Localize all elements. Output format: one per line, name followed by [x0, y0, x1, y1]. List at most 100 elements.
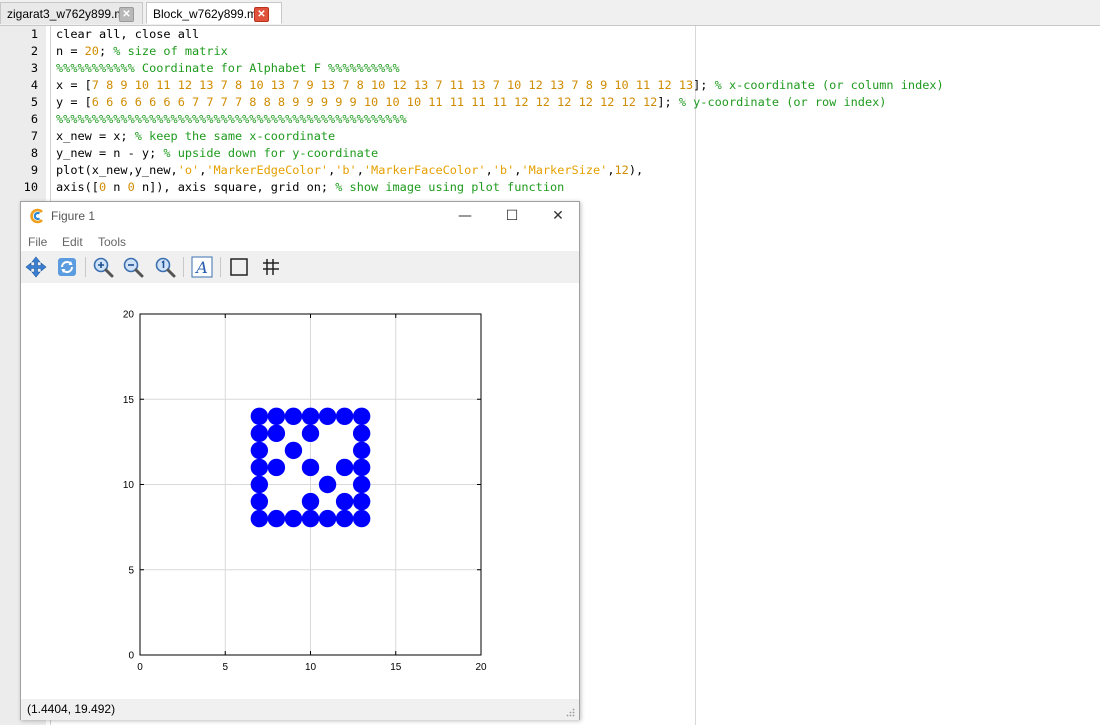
data-point — [250, 424, 269, 443]
menu-file[interactable]: File — [28, 235, 47, 249]
code-text: %%%%%%%%%%%%%%%%%%%%%%%%%%%%%%%%%%%%%%%%… — [56, 111, 407, 128]
figure-statusbar: (1.4404, 19.492) — [21, 699, 579, 720]
data-point — [352, 407, 371, 426]
data-point — [335, 492, 354, 511]
data-point — [335, 407, 354, 426]
code-text: %%%%%%%%%%% Coordinate for Alphabet F %%… — [56, 60, 400, 77]
tab-block[interactable]: Block_w762y899.m ✕ — [146, 2, 282, 24]
toolbar-separator — [183, 257, 184, 277]
line-number: 2 — [30, 44, 38, 58]
close-icon[interactable]: ✕ — [119, 7, 134, 22]
data-point — [301, 458, 320, 477]
data-point — [335, 509, 354, 528]
code-token: %%%%%%%%%%%%%%%%%%%%%%%%%%%%%%%%%%%%%%%%… — [56, 112, 407, 126]
editor-tab-bar: zigarat3_w762y899.m ✕ Block_w762y899.m ✕ — [0, 0, 1100, 26]
data-point — [318, 407, 337, 426]
code-token: , — [607, 163, 615, 177]
code-token: axis([ — [56, 180, 99, 194]
code-token: % show image using plot function — [335, 180, 565, 194]
code-token: 'b' — [335, 163, 357, 177]
code-line[interactable]: 4 x = [7 8 9 10 11 12 13 7 8 10 13 7 9 13… — [0, 77, 1100, 94]
pan-icon[interactable] — [25, 256, 47, 278]
data-point — [267, 509, 286, 528]
code-line[interactable]: 7 x_new = x; % keep the same x-coordinate — [0, 128, 1100, 145]
zoom-out-icon[interactable] — [122, 256, 144, 278]
code-token: y_new = n - y; — [56, 146, 164, 160]
data-point — [318, 475, 337, 494]
code-token: 20 — [84, 44, 99, 58]
figure-window[interactable]: Figure 1 — ☐ ✕ File Edit Tools A 0 5 10 … — [20, 201, 580, 720]
x-tick-label: 10 — [305, 662, 317, 673]
data-point — [284, 509, 303, 528]
close-icon[interactable]: ✕ — [544, 205, 572, 227]
line-number: 10 — [23, 180, 38, 194]
menu-edit[interactable]: Edit — [62, 235, 83, 249]
grid-icon[interactable] — [260, 256, 282, 278]
data-point — [335, 458, 354, 477]
code-token: , — [485, 163, 493, 177]
code-token: x_new = x; — [56, 129, 135, 143]
scatter-chart[interactable]: 0 5 10 15 20 0 5 10 15 20 — [21, 283, 579, 699]
line-number: 9 — [30, 163, 38, 177]
code-line[interactable]: 8 y_new = n - y; % upside down for y-coor… — [0, 145, 1100, 162]
code-token: n — [106, 180, 128, 194]
data-point — [301, 492, 320, 511]
close-icon[interactable]: ✕ — [254, 7, 269, 22]
data-point — [250, 407, 269, 426]
data-point — [284, 407, 303, 426]
code-token: 'MarkerSize' — [521, 163, 608, 177]
code-line[interactable]: 2 n = 20; % size of matrix — [0, 43, 1100, 60]
code-line[interactable]: 1 clear all, close all — [0, 26, 1100, 43]
code-text: clear all, close all — [56, 26, 199, 43]
x-tick-label: 5 — [222, 662, 228, 673]
cursor-coordinates: (1.4404, 19.492) — [27, 702, 116, 716]
line-number: 8 — [30, 146, 38, 160]
y-tick-label: 5 — [128, 565, 134, 576]
code-token: 6 6 6 6 6 6 6 7 7 7 7 8 8 8 9 9 9 9 9 10… — [91, 95, 658, 109]
x-tick-label: 0 — [137, 662, 143, 673]
data-point — [352, 475, 371, 494]
minimize-icon[interactable]: — — [451, 205, 479, 227]
code-token: 7 8 9 10 11 12 13 7 8 10 13 7 9 13 7 8 1… — [91, 78, 694, 92]
zoom-reset-icon[interactable] — [154, 256, 176, 278]
code-token: x = [ — [56, 78, 92, 92]
menu-tools[interactable]: Tools — [98, 235, 126, 249]
code-line[interactable]: 5 y = [6 6 6 6 6 6 6 7 7 7 7 8 8 8 9 9 9 … — [0, 94, 1100, 111]
rotate-icon[interactable] — [56, 256, 78, 278]
toolbar-separator — [85, 257, 86, 277]
figure-titlebar[interactable]: Figure 1 — ☐ ✕ — [21, 202, 579, 230]
resize-grip-icon[interactable] — [566, 708, 575, 717]
plot-area[interactable]: 0 5 10 15 20 0 5 10 15 20 — [21, 283, 579, 699]
code-token: ]; — [657, 95, 679, 109]
code-token: ), — [628, 163, 644, 177]
data-point — [284, 441, 303, 460]
data-point — [250, 492, 269, 511]
box-icon[interactable] — [228, 256, 250, 278]
line-number: 1 — [30, 27, 38, 41]
zoom-in-icon[interactable] — [92, 256, 114, 278]
code-token: y = [ — [56, 95, 92, 109]
code-token: 'o' — [177, 163, 200, 177]
code-token: n]), axis square, grid on; — [134, 180, 336, 194]
octave-logo-icon — [30, 208, 43, 224]
tab-label: Block_w762y899.m — [153, 7, 258, 21]
tab-zigarat3[interactable]: zigarat3_w762y899.m ✕ — [0, 2, 143, 24]
code-editor[interactable]: 1 clear all, close all 2 n = 20; % size of … — [0, 26, 1100, 196]
code-token: %%%%%%%%%%% Coordinate for Alphabet F %%… — [56, 61, 400, 75]
line-number: 7 — [30, 129, 38, 143]
maximize-icon[interactable]: ☐ — [498, 205, 526, 227]
code-line[interactable]: 10 axis([0 n 0 n]), axis square, grid on;… — [0, 179, 1100, 196]
code-text: axis([0 n 0 n]), axis square, grid on; %… — [56, 179, 564, 196]
code-line[interactable]: 9 plot(x_new,y_new,'o', 'MarkerEdgeColor',… — [0, 162, 1100, 179]
code-line[interactable]: 6%%%%%%%%%%%%%%%%%%%%%%%%%%%%%%%%%%%%%%%… — [0, 111, 1100, 128]
data-point — [267, 424, 286, 443]
svg-text:A: A — [194, 258, 208, 277]
tab-label: zigarat3_w762y899.m — [7, 7, 125, 21]
line-number: 4 — [30, 78, 38, 92]
code-line[interactable]: 3 %%%%%%%%%%% Coordinate for Alphabet F %… — [0, 60, 1100, 77]
data-point — [301, 509, 320, 528]
figure-toolbar: A — [21, 251, 579, 283]
code-token: plot(x_new,y_new, — [56, 163, 178, 177]
code-token: 'MarkerFaceColor' — [363, 163, 486, 177]
text-icon[interactable]: A — [191, 256, 213, 278]
